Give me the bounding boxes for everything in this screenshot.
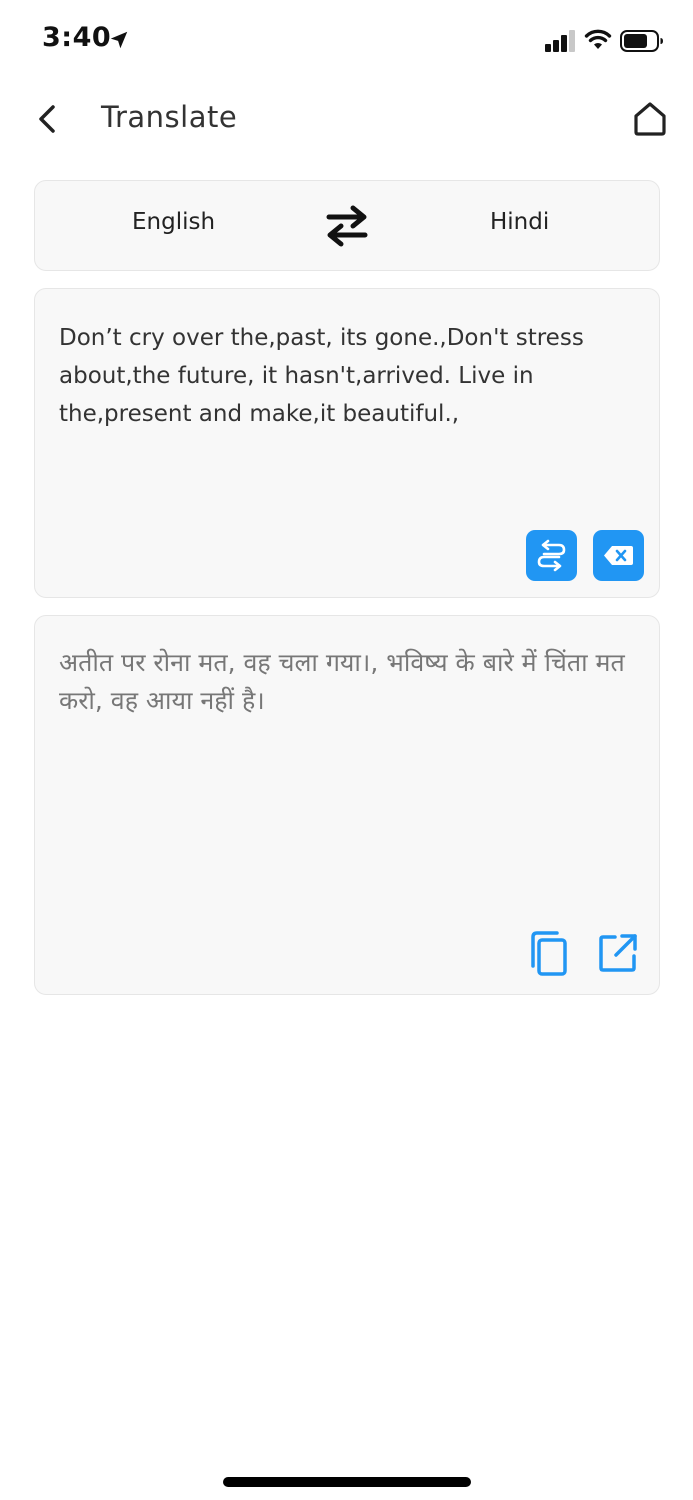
copy-button[interactable] bbox=[529, 930, 571, 978]
translated-text: अतीत पर रोना मत, वह चला गया।, भविष्य के … bbox=[59, 648, 625, 715]
translated-text-card: अतीत पर रोना मत, वह चला गया।, भविष्य के … bbox=[34, 615, 660, 995]
source-text-card: Don’t cry over the,past, its gone.,Don't… bbox=[34, 288, 660, 598]
page-title: Translate bbox=[101, 100, 238, 134]
translate-icon bbox=[537, 539, 566, 572]
location-arrow-icon bbox=[110, 31, 128, 49]
swap-languages-button[interactable] bbox=[323, 203, 371, 249]
translate-button[interactable] bbox=[526, 530, 577, 581]
clear-text-button[interactable] bbox=[593, 530, 644, 581]
share-external-button[interactable] bbox=[598, 933, 638, 973]
home-button[interactable] bbox=[628, 97, 672, 141]
wifi-icon bbox=[584, 29, 612, 49]
language-selector: English Hindi bbox=[34, 180, 660, 271]
battery-icon bbox=[620, 30, 663, 52]
app-header: Translate bbox=[0, 84, 693, 154]
source-text-input[interactable]: Don’t cry over the,past, its gone.,Don't… bbox=[59, 319, 639, 433]
backspace-clear-icon bbox=[604, 546, 633, 565]
translate-screen: 3:40 Translate English Hindi Don’t cry o… bbox=[0, 0, 693, 1500]
home-indicator[interactable] bbox=[223, 1477, 471, 1487]
target-language[interactable]: Hindi bbox=[490, 209, 549, 235]
status-time: 3:40 bbox=[42, 22, 112, 53]
back-button[interactable] bbox=[30, 99, 66, 139]
status-bar: 3:40 bbox=[0, 0, 693, 84]
source-language[interactable]: English bbox=[132, 209, 215, 235]
cellular-signal-icon bbox=[545, 30, 575, 52]
